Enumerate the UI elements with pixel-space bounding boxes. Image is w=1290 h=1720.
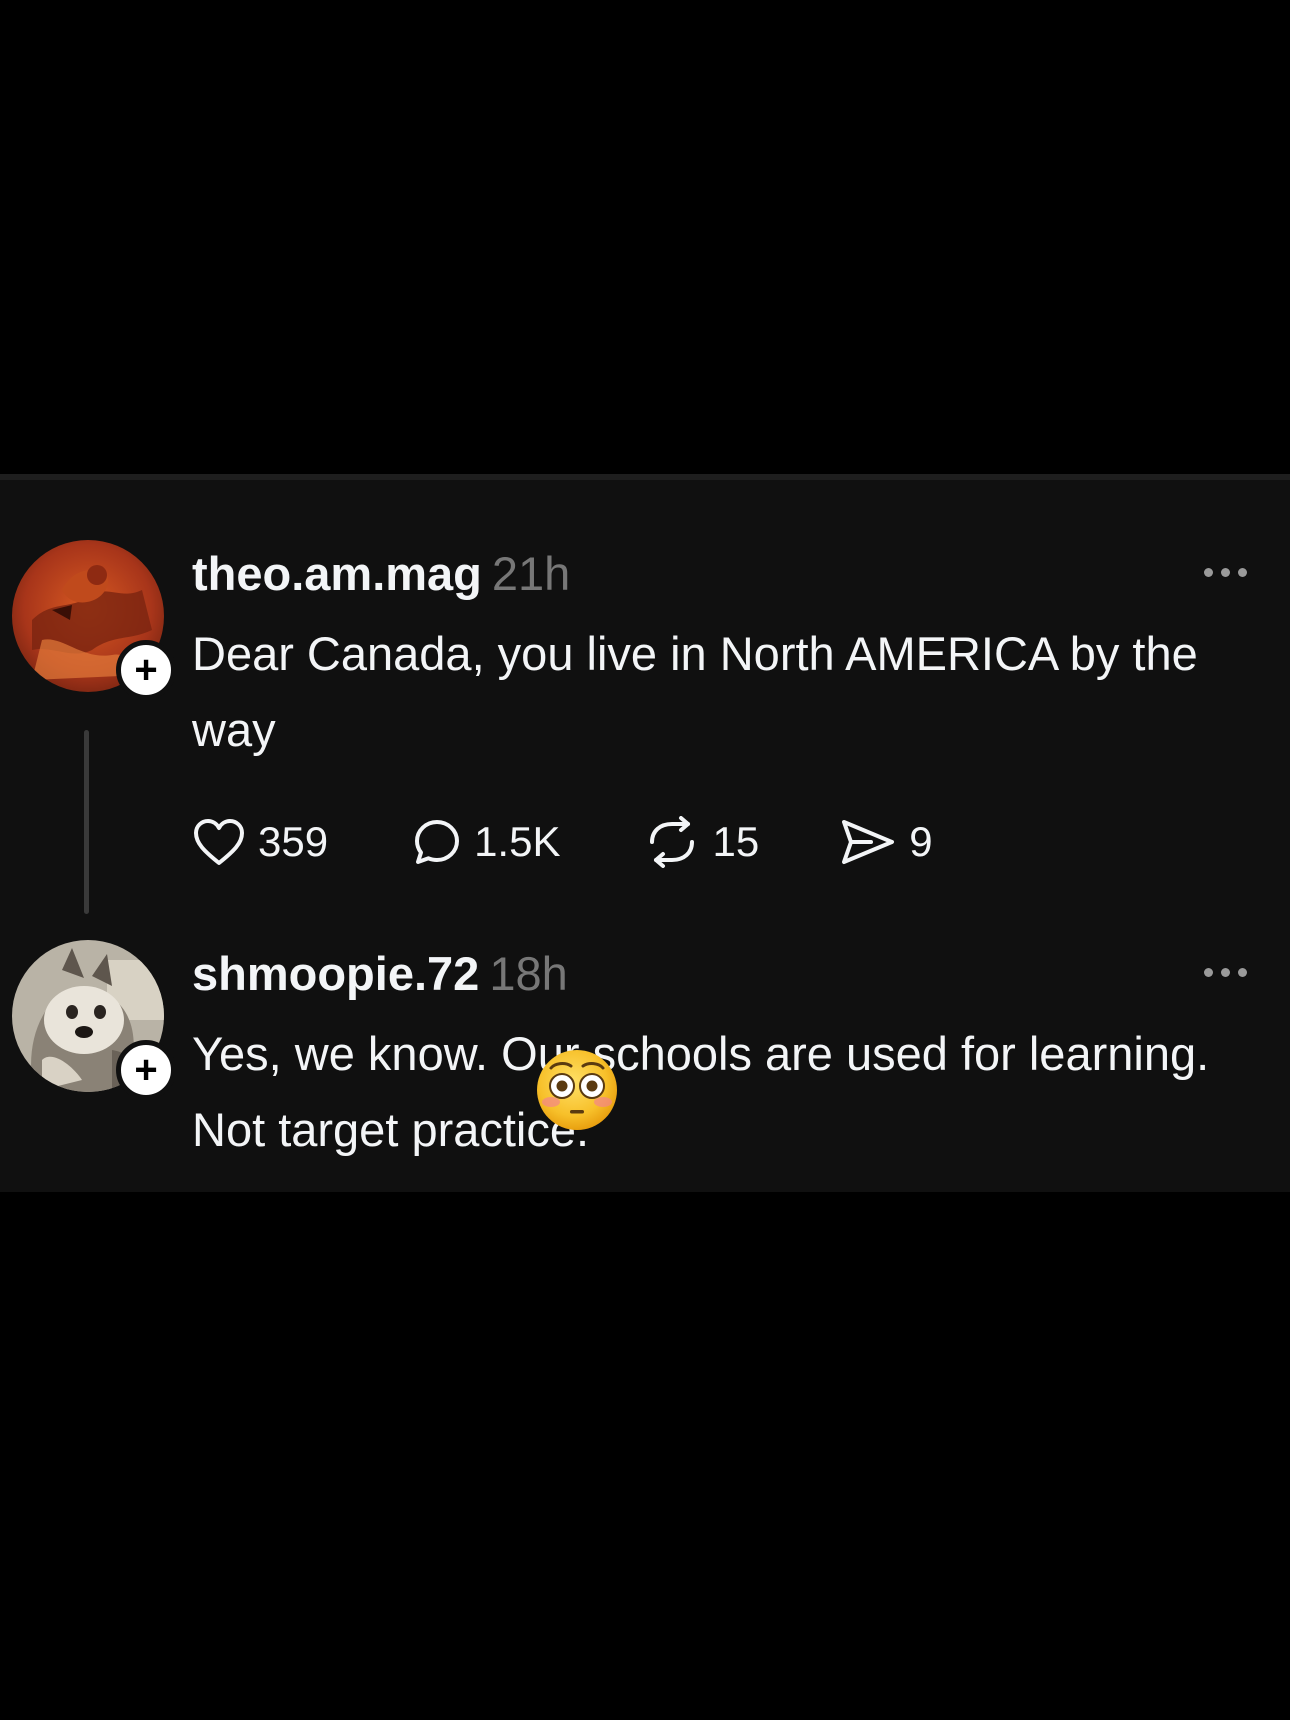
more-dot — [1221, 568, 1230, 577]
share-button[interactable]: 9 — [839, 817, 933, 867]
repost-count: 15 — [712, 818, 760, 865]
more-options-icon[interactable] — [1204, 968, 1247, 977]
follow-plus-icon[interactable]: + — [116, 1040, 176, 1100]
thread-connector-line — [84, 730, 89, 914]
follow-plus-icon[interactable]: + — [116, 640, 176, 700]
more-dot — [1204, 968, 1213, 977]
timestamp: 21h — [491, 547, 571, 600]
avatar-container[interactable]: + — [12, 540, 176, 700]
timestamp: 18h — [489, 947, 568, 1000]
post-actions: 359 1.5K 15 9 — [192, 810, 933, 874]
more-dot — [1221, 968, 1230, 977]
like-button[interactable]: 359 — [192, 817, 328, 867]
more-options-icon[interactable] — [1204, 568, 1247, 577]
more-dot — [1238, 968, 1247, 977]
reply-count: 1.5K — [474, 818, 561, 865]
send-icon — [842, 820, 895, 864]
thread-panel: + theo.am.mag 21h Dear Canada, you live i… — [0, 474, 1290, 1192]
more-dot — [1204, 568, 1213, 577]
flushed-face-emoji-icon — [537, 1050, 617, 1130]
post-header: shmoopie.72 18h — [192, 944, 568, 1004]
username[interactable]: theo.am.mag — [192, 547, 482, 600]
username[interactable]: shmoopie.72 — [192, 947, 479, 1000]
like-count: 359 — [258, 818, 329, 865]
share-count: 9 — [909, 818, 933, 865]
repost-icon — [650, 816, 695, 868]
heart-icon — [194, 819, 244, 865]
reply-button[interactable]: 1.5K — [412, 817, 560, 867]
post-text: Yes, we know. Our schools are used for l… — [192, 1027, 1210, 1156]
more-dot — [1238, 568, 1247, 577]
comment-icon — [415, 820, 460, 864]
avatar-container[interactable]: + — [12, 940, 176, 1100]
post-header: theo.am.mag 21h — [192, 544, 570, 604]
post-text: Dear Canada, you live in North AMERICA b… — [192, 627, 1198, 756]
repost-button[interactable]: 15 — [644, 816, 759, 868]
